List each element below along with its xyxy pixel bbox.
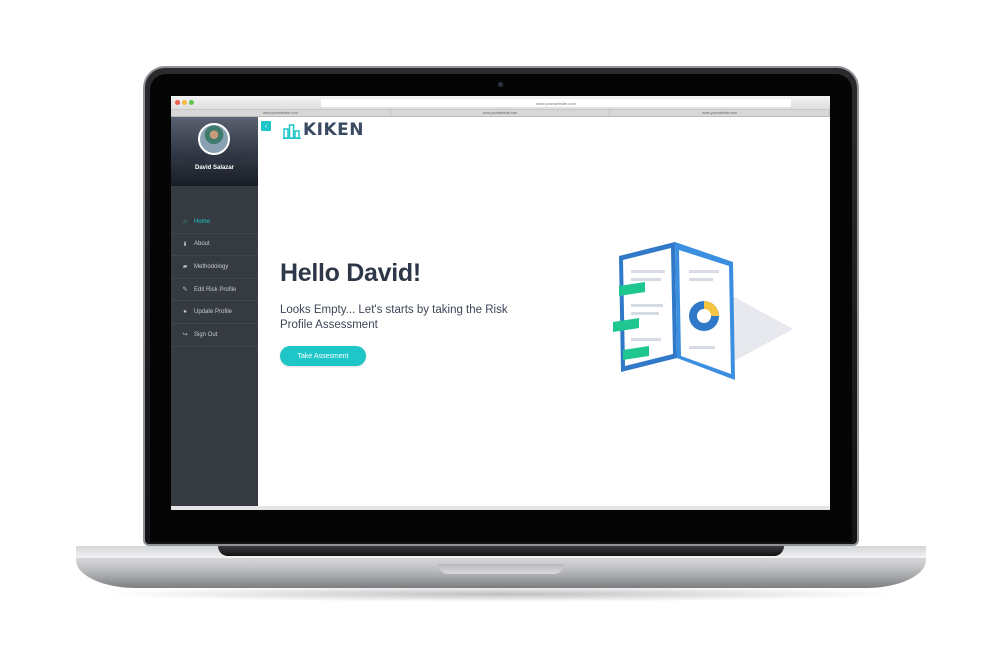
laptop-shadow bbox=[100, 586, 900, 602]
sidebar-menu: ⌂ Home ⬇ About ▰ Methodology ✎ Edit Risk… bbox=[171, 211, 258, 347]
browser-toolbar: www.yourwebsite.com bbox=[171, 96, 830, 110]
browser-tab-label: www.yourwebsite.com bbox=[482, 111, 518, 115]
take-assessment-label: Take Assesment bbox=[297, 352, 349, 360]
user-name: David Salazar bbox=[194, 165, 235, 171]
kiken-logo[interactable]: KIKEN bbox=[283, 120, 364, 140]
browser-tab-label: www.yourwebsite.com bbox=[263, 111, 298, 115]
laptop-hinge bbox=[218, 546, 784, 556]
browser-tab[interactable]: www.yourwebsite.com bbox=[610, 110, 830, 116]
sidebar-item-label: Sign Out bbox=[194, 331, 218, 338]
sidebar-item-sign-out[interactable]: ↪ Sign Out bbox=[171, 324, 258, 347]
sign-out-icon: ↪ bbox=[182, 332, 188, 339]
report-illustration bbox=[613, 242, 793, 380]
sidebar-item-label: Home bbox=[194, 218, 211, 225]
address-bar[interactable]: www.yourwebsite.com bbox=[321, 99, 791, 107]
browser-tab[interactable]: www.yourwebsite.com bbox=[391, 110, 611, 116]
sidebar-item-home[interactable]: ⌂ Home bbox=[171, 211, 258, 234]
browser-tab-label: www.yourwebsite.com bbox=[702, 111, 737, 115]
sidebar-collapse-button[interactable]: ‹ bbox=[261, 121, 271, 131]
graduation-cap-icon: ▰ bbox=[182, 264, 188, 271]
logo-mark-icon bbox=[283, 124, 301, 139]
chevron-left-icon: ‹ bbox=[264, 122, 268, 130]
camera-icon bbox=[498, 82, 503, 87]
address-bar-text: www.yourwebsite.com bbox=[536, 100, 576, 106]
screen: www.yourwebsite.com www.yourwebsite.com … bbox=[171, 96, 830, 510]
sidebar-item-label: About bbox=[194, 241, 210, 248]
sidebar-item-methodology[interactable]: ▰ Methodology bbox=[171, 256, 258, 279]
sidebar-item-update-profile[interactable]: ● Update Profile bbox=[171, 301, 258, 324]
sidebar-item-label: Methodology bbox=[194, 263, 229, 270]
greeting-heading: Hello David! bbox=[280, 259, 421, 287]
edit-icon: ✎ bbox=[182, 287, 188, 294]
home-icon: ⌂ bbox=[183, 218, 187, 225]
sidebar-item-label: Edit Risk Profile bbox=[194, 286, 237, 293]
laptop-notch bbox=[438, 564, 564, 574]
sidebar-item-label: Update Profile bbox=[194, 309, 233, 316]
sidebar: David Salazar ⌂ Home ⬇ About ▰ Methodolo… bbox=[171, 117, 258, 510]
maximize-window-icon[interactable] bbox=[189, 100, 194, 105]
logo-text: KIKEN bbox=[303, 120, 365, 140]
empty-state-message: Looks Empty... Let's starts by taking th… bbox=[280, 304, 508, 331]
sidebar-item-about[interactable]: ⬇ About bbox=[171, 234, 258, 257]
browser-tabs: www.yourwebsite.com www.yourwebsite.com … bbox=[171, 110, 830, 117]
avatar[interactable] bbox=[198, 123, 230, 155]
browser-tab[interactable]: www.yourwebsite.com bbox=[171, 110, 391, 116]
sidebar-item-edit-risk-profile[interactable]: ✎ Edit Risk Profile bbox=[171, 279, 258, 302]
profile-header: David Salazar bbox=[171, 117, 258, 186]
take-assessment-button[interactable]: Take Assesment bbox=[280, 346, 366, 366]
download-icon: ⬇ bbox=[182, 241, 188, 248]
close-window-icon[interactable] bbox=[175, 100, 180, 105]
minimize-window-icon[interactable] bbox=[182, 100, 187, 105]
user-icon: ● bbox=[183, 309, 187, 316]
screen-bottom-edge bbox=[171, 506, 830, 510]
